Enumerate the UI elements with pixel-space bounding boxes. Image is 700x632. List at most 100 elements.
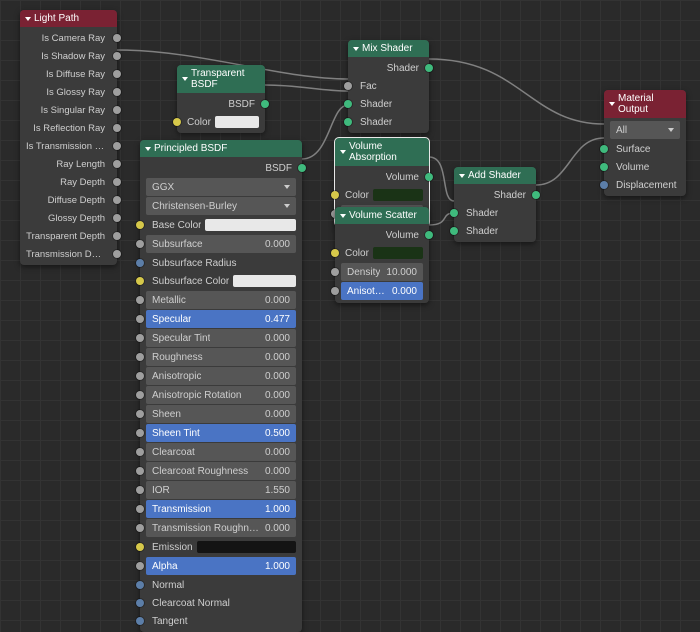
socket-in[interactable] <box>136 277 144 285</box>
input-subsurface-color[interactable]: Subsurface Color <box>140 272 302 290</box>
input-sheen-tint[interactable]: Sheen Tint0.500 <box>146 424 296 442</box>
node-header[interactable]: Light Path <box>20 10 117 27</box>
socket-out[interactable] <box>113 70 121 78</box>
node-header[interactable]: Transparent BSDF <box>177 65 265 93</box>
collapse-icon[interactable] <box>459 174 465 178</box>
input-metallic[interactable]: Metallic0.000 <box>146 291 296 309</box>
socket-in[interactable] <box>344 100 352 108</box>
node-header[interactable]: Principled BSDF <box>140 140 302 157</box>
socket-in[interactable] <box>136 448 144 456</box>
socket-in[interactable] <box>136 372 144 380</box>
socket-in[interactable] <box>600 181 608 189</box>
input-anisotropy[interactable]: Anisotropy 0.000 <box>341 282 423 300</box>
socket-in[interactable] <box>136 391 144 399</box>
socket-in[interactable] <box>136 581 144 589</box>
color-swatch[interactable] <box>373 189 423 201</box>
socket-in[interactable] <box>136 240 144 248</box>
node-header[interactable]: Volume Absorption <box>335 138 429 166</box>
socket-in[interactable] <box>136 353 144 361</box>
socket-in[interactable] <box>136 334 144 342</box>
socket-out[interactable] <box>113 160 121 168</box>
node-header[interactable]: Volume Scatter <box>335 207 429 224</box>
node-header[interactable]: Add Shader <box>454 167 536 184</box>
input-transmission-roughness[interactable]: Transmission Roughness0.000 <box>146 519 296 537</box>
input-clearcoat-roughness[interactable]: Clearcoat Roughness0.000 <box>146 462 296 480</box>
input-anisotropic[interactable]: Anisotropic0.000 <box>146 367 296 385</box>
socket-in[interactable] <box>136 524 144 532</box>
input-sheen[interactable]: Sheen0.000 <box>146 405 296 423</box>
socket-in[interactable] <box>600 163 608 171</box>
socket-out[interactable] <box>425 64 433 72</box>
socket-in[interactable] <box>173 118 181 126</box>
color-swatch[interactable] <box>215 116 259 128</box>
socket-in[interactable] <box>450 227 458 235</box>
socket-in[interactable] <box>136 486 144 494</box>
collapse-icon[interactable] <box>182 77 188 81</box>
node-volume-scatter[interactable]: Volume Scatter Volume Color Density 10.0… <box>335 207 429 303</box>
input-subsurface[interactable]: Subsurface0.000 <box>146 235 296 253</box>
socket-out[interactable] <box>113 214 121 222</box>
socket-in[interactable] <box>344 118 352 126</box>
socket-out[interactable] <box>113 196 121 204</box>
socket-in[interactable] <box>136 259 144 267</box>
socket-out[interactable] <box>261 100 269 108</box>
socket-out[interactable] <box>113 142 121 150</box>
dropdown-dist[interactable]: GGX <box>146 178 296 196</box>
socket-in[interactable] <box>450 209 458 217</box>
node-header[interactable]: Mix Shader <box>348 40 429 57</box>
socket-out[interactable] <box>113 178 121 186</box>
socket-out[interactable] <box>113 34 121 42</box>
collapse-icon[interactable] <box>145 147 151 151</box>
input-clearcoat[interactable]: Clearcoat0.000 <box>146 443 296 461</box>
color-swatch[interactable] <box>197 541 296 553</box>
socket-in[interactable] <box>331 268 339 276</box>
socket-out[interactable] <box>113 232 121 240</box>
socket-in[interactable] <box>136 429 144 437</box>
color-swatch[interactable] <box>233 275 296 287</box>
socket-out[interactable] <box>113 52 121 60</box>
socket-in[interactable] <box>136 410 144 418</box>
dropdown-target[interactable]: All <box>610 121 680 139</box>
input-roughness[interactable]: Roughness0.000 <box>146 348 296 366</box>
socket-out[interactable] <box>113 106 121 114</box>
input-alpha[interactable]: Alpha1.000 <box>146 557 296 575</box>
input-anisotropic-rotation[interactable]: Anisotropic Rotation0.000 <box>146 386 296 404</box>
input-ior[interactable]: IOR1.550 <box>146 481 296 499</box>
socket-out[interactable] <box>425 173 433 181</box>
dropdown-sss[interactable]: Christensen-Burley <box>146 197 296 215</box>
socket-in[interactable] <box>136 617 144 625</box>
input-specular-tint[interactable]: Specular Tint0.000 <box>146 329 296 347</box>
input-specular[interactable]: Specular0.477 <box>146 310 296 328</box>
socket-in[interactable] <box>136 562 144 570</box>
collapse-icon[interactable] <box>609 102 615 106</box>
socket-in[interactable] <box>344 82 352 90</box>
node-principled-bsdf[interactable]: Principled BSDF BSDF GGX Christensen-Bur… <box>140 140 302 632</box>
input-base-color[interactable]: Base Color <box>140 216 302 234</box>
socket-in[interactable] <box>136 221 144 229</box>
input-density[interactable]: Density 10.000 <box>341 263 423 281</box>
socket-in[interactable] <box>136 599 144 607</box>
collapse-icon[interactable] <box>340 214 346 218</box>
socket-in[interactable] <box>136 315 144 323</box>
socket-out[interactable] <box>113 88 121 96</box>
color-swatch[interactable] <box>373 247 423 259</box>
socket-in[interactable] <box>136 505 144 513</box>
socket-out[interactable] <box>532 191 540 199</box>
socket-in[interactable] <box>136 296 144 304</box>
input-emission[interactable]: Emission <box>140 538 302 556</box>
input-transmission[interactable]: Transmission1.000 <box>146 500 296 518</box>
socket-in[interactable] <box>136 467 144 475</box>
node-material-output[interactable]: Material Output All Surface Volume Displ… <box>604 90 686 196</box>
color-swatch[interactable] <box>205 219 296 231</box>
socket-out[interactable] <box>425 231 433 239</box>
socket-in[interactable] <box>331 249 339 257</box>
socket-in[interactable] <box>136 543 144 551</box>
socket-out[interactable] <box>298 164 306 172</box>
collapse-icon[interactable] <box>340 150 346 154</box>
node-light-path[interactable]: Light Path Is Camera RayIs Shadow RayIs … <box>20 10 117 265</box>
collapse-icon[interactable] <box>353 47 359 51</box>
node-mix-shader[interactable]: Mix Shader Shader Fac Shader Shader <box>348 40 429 133</box>
socket-in[interactable] <box>331 287 339 295</box>
socket-in[interactable] <box>331 191 339 199</box>
node-add-shader[interactable]: Add Shader Shader Shader Shader <box>454 167 536 242</box>
